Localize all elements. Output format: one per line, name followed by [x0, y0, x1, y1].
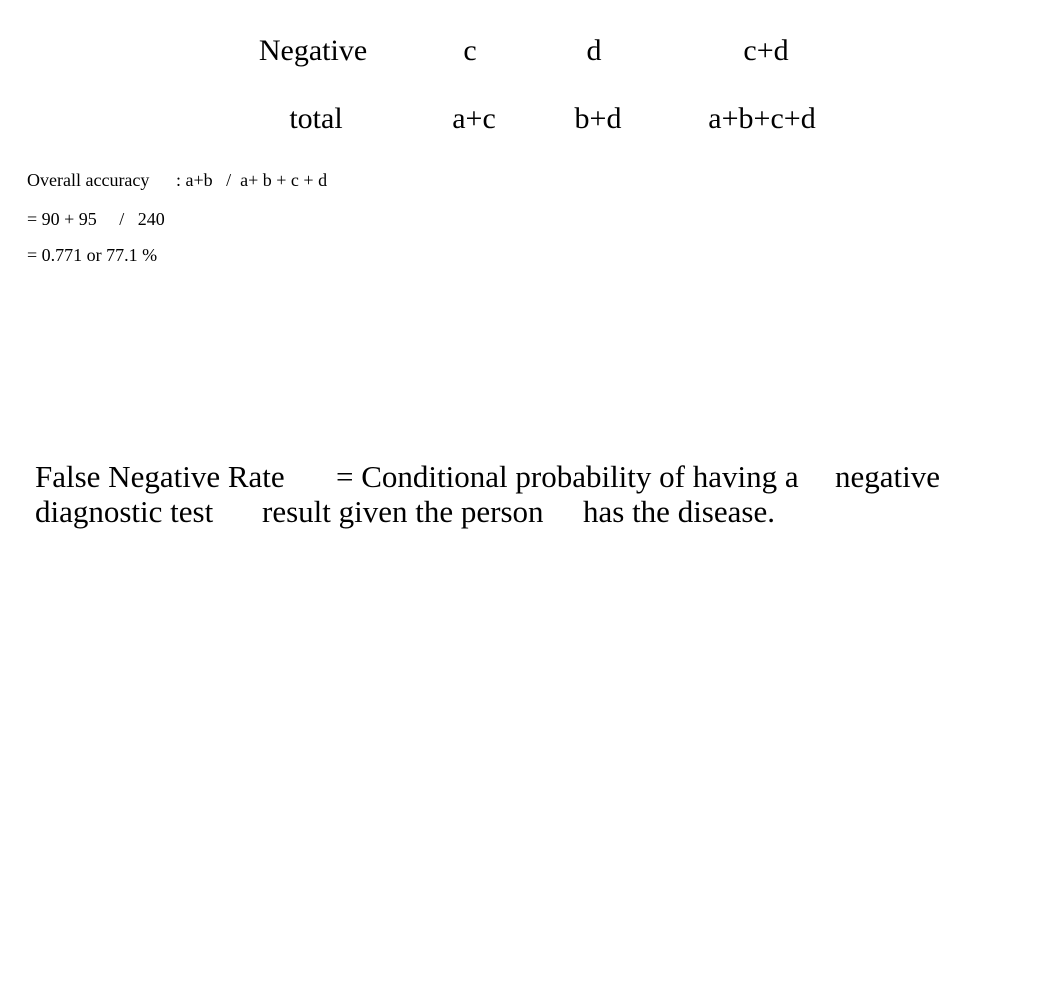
- accuracy-result: = 0.771 or 77.1 %: [27, 245, 158, 265]
- fnr-term: False Negative Rate: [35, 459, 285, 494]
- fnr-line2-part2: result given the person: [262, 494, 544, 529]
- cell-d: d: [586, 34, 602, 67]
- cell-b-plus-d: b+d: [574, 102, 622, 135]
- cell-total-sum: a+b+c+d: [708, 102, 816, 135]
- cell-c: c: [463, 34, 477, 67]
- fnr-definition-line1: = Conditional probability of having a: [336, 459, 799, 494]
- fnr-line2-part3: has the disease.: [583, 494, 775, 529]
- accuracy-substitution: = 90 + 95 / 240: [27, 209, 165, 229]
- fnr-definition-word: negative: [835, 459, 941, 494]
- row-label-negative: Negative: [258, 34, 368, 67]
- accuracy-label: Overall accuracy: [27, 170, 150, 190]
- row-label-total: total: [289, 102, 343, 135]
- fnr-line2-part1: diagnostic test: [35, 494, 214, 529]
- cell-a-plus-c: a+c: [452, 102, 496, 135]
- accuracy-formula: : a+b / a+ b + c + d: [176, 170, 328, 190]
- cell-c-plus-d: c+d: [743, 34, 789, 67]
